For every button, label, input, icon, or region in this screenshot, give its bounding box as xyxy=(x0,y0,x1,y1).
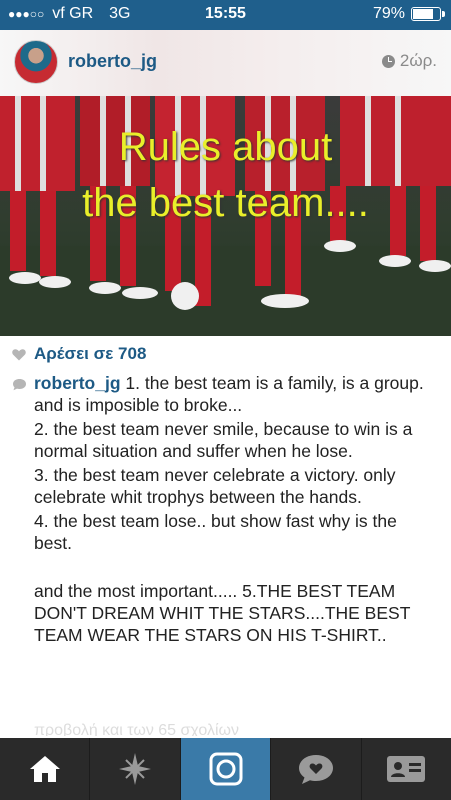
tab-activity[interactable] xyxy=(271,738,362,800)
profile-card-icon xyxy=(387,756,426,782)
caption-blank-line xyxy=(34,556,434,578)
likes-count[interactable]: Αρέσει σε 708 xyxy=(34,344,146,364)
post-username[interactable]: roberto_jg xyxy=(68,51,157,72)
caption-line: 4. the best team lose.. but show fast wh… xyxy=(34,511,397,553)
comment-bubble-icon xyxy=(13,379,26,391)
activity-bubble-icon xyxy=(298,755,333,784)
tab-explore[interactable] xyxy=(90,738,181,800)
heart-icon xyxy=(12,348,26,360)
tab-camera[interactable] xyxy=(180,738,272,800)
caption-username[interactable]: roberto_jg xyxy=(34,373,121,393)
battery-fill xyxy=(413,9,433,19)
caption-line: 2. the best team never smile, because to… xyxy=(34,419,413,461)
caption-line: and the most important..... 5.THE BEST T… xyxy=(34,581,411,645)
photo-caption-line1: Rules about xyxy=(118,125,333,169)
tab-home[interactable] xyxy=(0,738,91,800)
tab-bar xyxy=(0,738,451,800)
view-comments-link[interactable]: προβολή και των 65 σχολίων xyxy=(34,722,239,736)
caption-line: 3. the best team never celebrate a victo… xyxy=(34,465,396,507)
post-caption: roberto_jg 1. the best team is a family,… xyxy=(34,372,434,648)
battery-percent: 79% xyxy=(372,5,405,22)
avatar[interactable] xyxy=(14,40,58,84)
post-time: 2ώρ. xyxy=(381,51,437,71)
post-time-text: 2ώρ. xyxy=(399,51,437,70)
tab-profile[interactable] xyxy=(362,738,451,800)
explore-star-icon xyxy=(119,753,152,785)
battery-icon xyxy=(411,7,445,21)
post-header: roberto_jg 2ώρ. xyxy=(0,30,451,96)
home-icon xyxy=(29,756,60,782)
likes-row[interactable]: Αρέσει σε 708 xyxy=(12,344,146,364)
status-bar: ●●●○○ vf GR 3G 15:55 79% xyxy=(0,0,451,30)
post-photo[interactable]: Rules about the best team.... xyxy=(0,96,451,336)
camera-icon xyxy=(209,752,243,786)
status-right: 79% xyxy=(372,5,445,23)
photo-caption-line2: the best team.... xyxy=(82,181,369,225)
caption-line: roberto_jg 1. the best team is a family,… xyxy=(34,372,434,416)
clock-icon xyxy=(381,54,395,68)
